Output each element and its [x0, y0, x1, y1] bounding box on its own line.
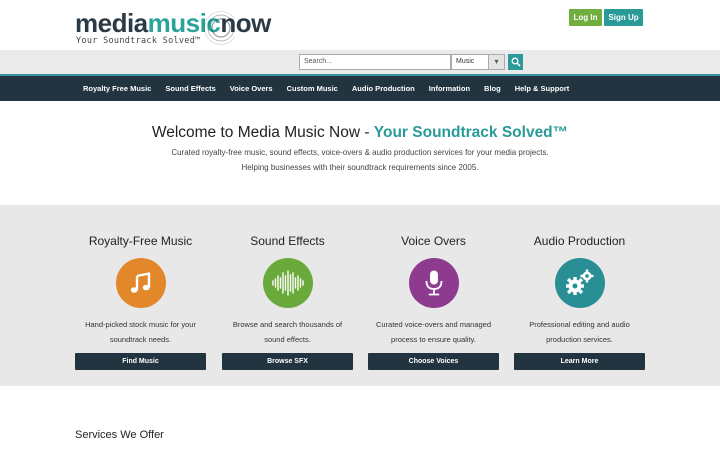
page-title: Welcome to Media Music Now - Your Soundt…: [0, 124, 720, 142]
title-accent: Your Soundtrack Solved™: [373, 124, 569, 141]
feature-description: Professional editing and audio productio…: [529, 320, 630, 344]
find-music-button[interactable]: Find Music: [75, 353, 206, 370]
logo-rings-icon: [204, 11, 235, 45]
feature-audio-production: Audio Production Professional editing an…: [514, 205, 645, 370]
welcome-section: Welcome to Media Music Now - Your Soundt…: [0, 101, 720, 205]
logo-wordmark: mediamusicnow: [75, 9, 271, 37]
logo-tagline: Your Soundtrack Solved™: [76, 36, 201, 46]
search-category-select[interactable]: Music ▾: [451, 54, 505, 70]
nav-item-voice-overs[interactable]: Voice Overs: [230, 84, 273, 93]
nav-item-royalty-free-music[interactable]: Royalty Free Music: [83, 84, 151, 93]
microphone-icon: [408, 258, 459, 308]
main-nav: Royalty Free Music Sound Effects Voice O…: [0, 74, 720, 101]
nav-item-information[interactable]: Information: [429, 84, 470, 93]
feature-title: Voice Overs: [401, 234, 466, 248]
nav-item-help-support[interactable]: Help & Support: [515, 84, 570, 93]
learn-more-button[interactable]: Learn More: [514, 353, 645, 370]
search-bar: Search... Music ▾: [0, 50, 720, 74]
waveform-icon: [262, 258, 313, 308]
browse-sfx-button[interactable]: Browse SFX: [222, 353, 353, 370]
feature-description: Hand-picked stock music for your soundtr…: [85, 320, 196, 344]
site-header: mediamusicnow Your Soundtrack Solved™ Lo…: [0, 0, 720, 50]
login-button[interactable]: Log In: [569, 9, 602, 26]
welcome-line-2: Helping businesses with their soundtrack…: [241, 163, 479, 172]
title-prefix: Welcome to Media Music Now -: [151, 124, 374, 141]
site-logo[interactable]: mediamusicnow Your Soundtrack Solved™: [75, 9, 271, 49]
feature-sound-effects: Sound Effects Browse and search thousand…: [222, 205, 353, 370]
welcome-line-1: Curated royalty-free music, sound effect…: [171, 148, 549, 157]
feature-title: Audio Production: [533, 234, 626, 248]
services-heading: Services We Offer: [75, 429, 164, 441]
feature-description: Browse and search thousands of sound eff…: [232, 320, 343, 344]
search-button[interactable]: [508, 54, 523, 70]
search-category-value: Music: [456, 58, 475, 65]
nav-item-sound-effects[interactable]: Sound Effects: [165, 84, 215, 93]
signup-button[interactable]: Sign Up: [604, 9, 643, 26]
nav-item-custom-music[interactable]: Custom Music: [287, 84, 338, 93]
search-input[interactable]: Search...: [299, 54, 451, 70]
feature-title: Royalty-Free Music: [88, 234, 193, 248]
nav-item-blog[interactable]: Blog: [484, 84, 501, 93]
choose-voices-button[interactable]: Choose Voices: [368, 353, 499, 370]
feature-voice-overs: Voice Overs Curated voice-overs and mana…: [368, 205, 499, 370]
search-icon: [511, 57, 521, 67]
gears-icon: [554, 258, 605, 308]
features-section: Royalty-Free Music Hand-picked stock mus…: [0, 205, 720, 386]
feature-description: Curated voice-overs and managed process …: [375, 320, 492, 344]
logo-part-media: media: [75, 8, 148, 38]
feature-royalty-free-music: Royalty-Free Music Hand-picked stock mus…: [75, 205, 206, 370]
chevron-down-icon: ▾: [488, 55, 504, 69]
feature-title: Sound Effects: [250, 234, 325, 248]
nav-item-audio-production[interactable]: Audio Production: [352, 84, 415, 93]
music-note-icon: [115, 258, 166, 308]
